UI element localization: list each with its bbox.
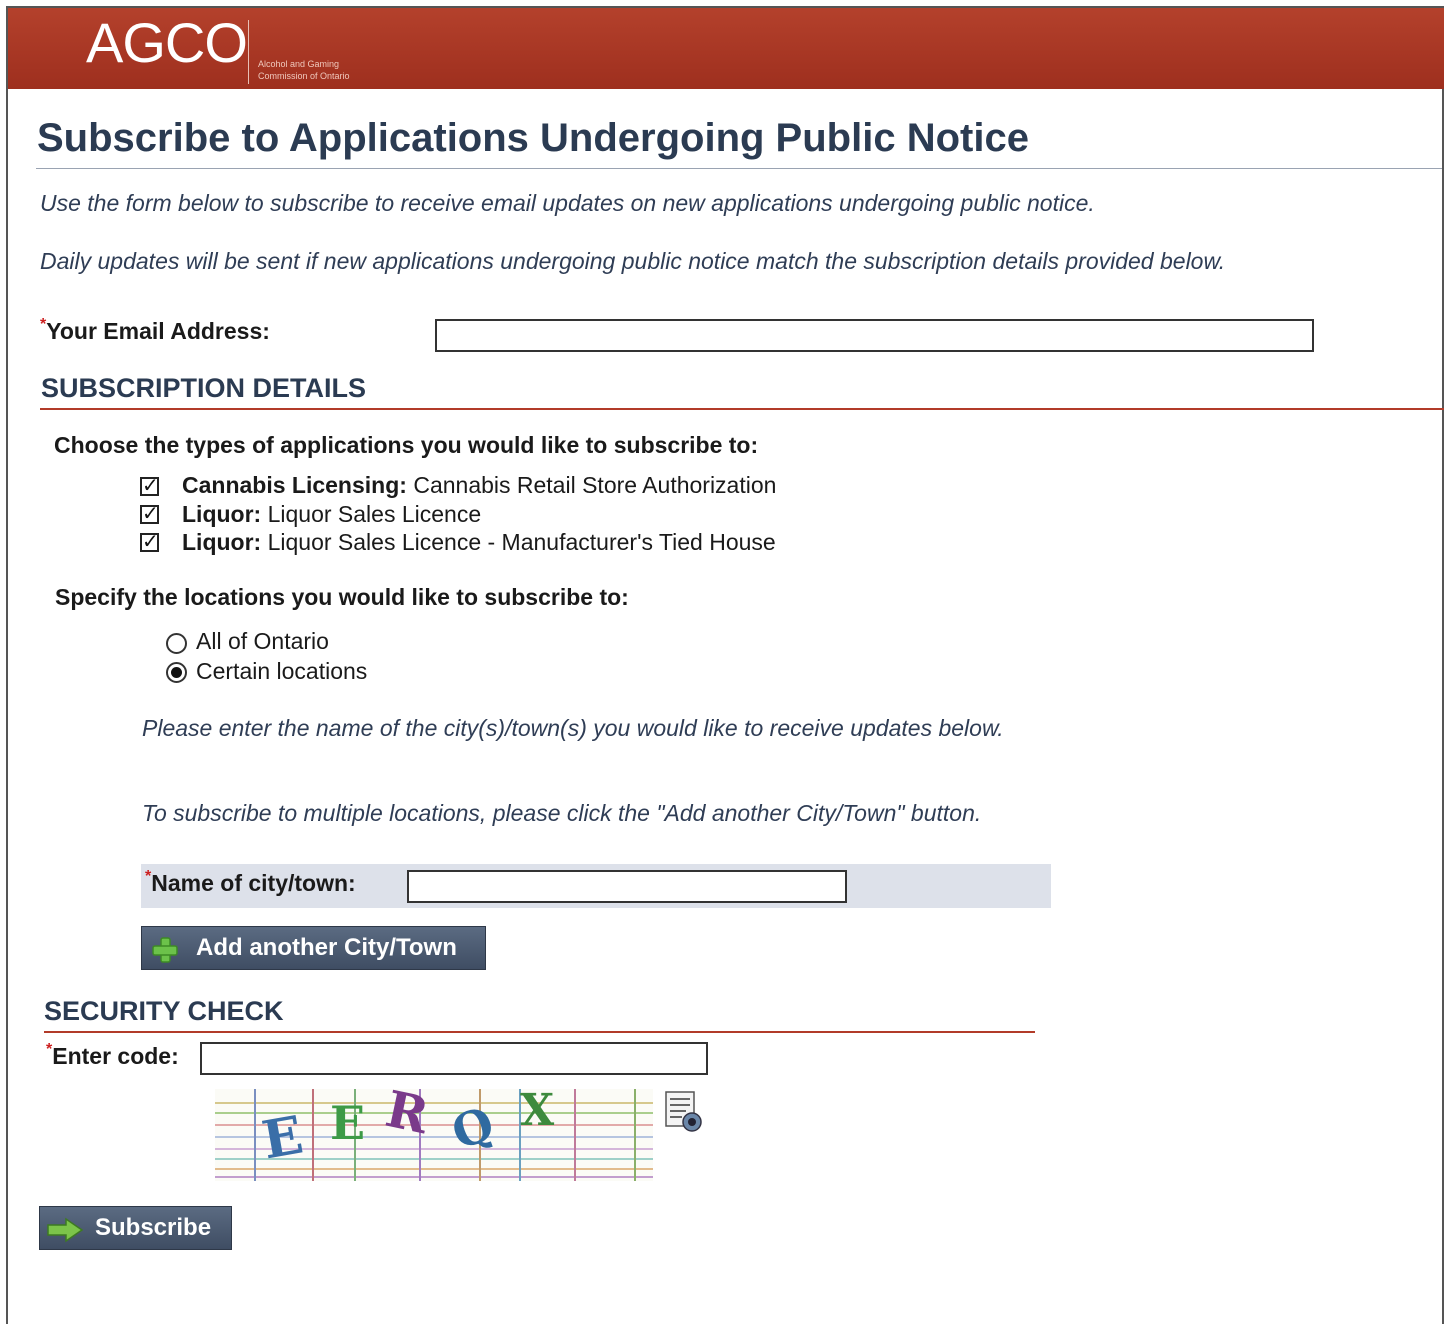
- city-hint-2: To subscribe to multiple locations, plea…: [142, 800, 982, 826]
- logo-divider: [248, 20, 249, 84]
- captcha-letter: E: [258, 1104, 308, 1171]
- types-prompt: Choose the types of applications you wou…: [54, 432, 759, 458]
- radio-all-ontario-label: All of Ontario: [196, 628, 329, 654]
- city-label-text: Name of city/town:: [151, 870, 356, 896]
- code-label: *Enter code:: [46, 1041, 179, 1070]
- logo-subtitle-line2: Commission of Ontario: [258, 71, 350, 81]
- type-category: Cannabis Licensing:: [182, 472, 407, 498]
- required-mark: *: [46, 1041, 53, 1058]
- email-label: *Your Email Address:: [40, 316, 270, 345]
- subscribe-button-label: Subscribe: [95, 1214, 212, 1241]
- subscribe-button[interactable]: Subscribe: [39, 1206, 232, 1250]
- email-label-text: Your Email Address:: [46, 318, 270, 344]
- type-option-liquor-sales: Liquor: Liquor Sales Licence: [182, 501, 481, 528]
- captcha-letter: E: [330, 1096, 365, 1150]
- security-divider: [44, 1031, 1035, 1033]
- subscription-divider: [40, 408, 1444, 410]
- page-title: Subscribe to Applications Undergoing Pub…: [37, 116, 1029, 160]
- required-mark: *: [40, 316, 47, 333]
- city-input[interactable]: [407, 870, 847, 903]
- agco-logo[interactable]: AGCO: [86, 10, 248, 75]
- logo-subtitle: Alcohol and Gaming Commission of Ontario: [258, 58, 350, 82]
- captcha-letter: Q: [445, 1096, 501, 1160]
- captcha-graphic: E E R Q X: [215, 1089, 653, 1181]
- audio-captcha-icon[interactable]: [664, 1090, 704, 1134]
- captcha-letter: X: [520, 1089, 555, 1136]
- type-category: Liquor:: [182, 529, 262, 555]
- subscription-details-heading: SUBSCRIPTION DETAILS: [41, 373, 367, 403]
- add-city-button-label: Add another City/Town: [196, 934, 457, 961]
- locations-prompt: Specify the locations you would like to …: [55, 584, 629, 610]
- type-option-cannabis: Cannabis Licensing: Cannabis Retail Stor…: [182, 472, 776, 499]
- radio-certain-locations-label: Certain locations: [196, 658, 368, 684]
- radio-all-ontario[interactable]: [166, 633, 187, 654]
- type-option-liquor-tied-house: Liquor: Liquor Sales Licence - Manufactu…: [182, 529, 776, 556]
- email-input[interactable]: [435, 319, 1314, 352]
- arrow-right-icon: [47, 1217, 84, 1243]
- radio-certain-locations[interactable]: [166, 662, 187, 683]
- type-checkbox-cannabis[interactable]: ✓: [140, 476, 159, 496]
- required-mark: *: [145, 868, 152, 885]
- type-detail: Cannabis Retail Store Authorization: [413, 472, 777, 498]
- security-check-heading: SECURITY CHECK: [44, 996, 284, 1026]
- type-detail: Liquor Sales Licence: [267, 501, 482, 527]
- type-checkbox-liquor-tied-house[interactable]: ✓: [140, 532, 159, 552]
- city-hint-1: Please enter the name of the city(s)/tow…: [142, 715, 1004, 741]
- captcha-image: E E R Q X: [215, 1089, 653, 1181]
- logo-subtitle-line1: Alcohol and Gaming: [258, 59, 340, 69]
- intro-text-2: Daily updates will be sent if new applic…: [40, 248, 1226, 274]
- code-label-text: Enter code:: [52, 1043, 179, 1069]
- type-checkbox-liquor-sales[interactable]: ✓: [140, 504, 159, 524]
- type-category: Liquor:: [182, 501, 262, 527]
- add-city-button[interactable]: Add another City/Town: [141, 926, 486, 970]
- city-label: *Name of city/town:: [145, 868, 356, 897]
- captcha-code-input[interactable]: [200, 1042, 708, 1075]
- site-header: AGCO Alcohol and Gaming Commission of On…: [8, 8, 1444, 89]
- type-detail: Liquor Sales Licence - Manufacturer's Ti…: [267, 529, 776, 555]
- plus-icon: [152, 937, 178, 963]
- title-divider: [36, 168, 1442, 169]
- intro-text-1: Use the form below to subscribe to recei…: [40, 190, 1095, 216]
